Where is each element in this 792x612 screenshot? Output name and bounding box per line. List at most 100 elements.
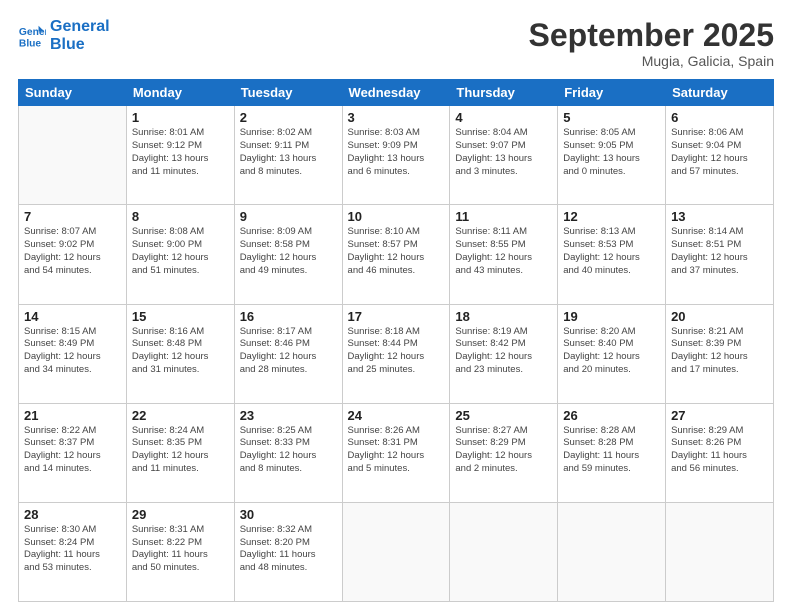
logo-icon: General Blue	[18, 22, 46, 50]
title-section: September 2025 Mugia, Galicia, Spain	[529, 18, 774, 69]
header: General Blue General Blue September 2025…	[18, 18, 774, 69]
day-number: 4	[455, 110, 552, 125]
day-info: Sunrise: 8:16 AMSunset: 8:48 PMDaylight:…	[132, 326, 229, 377]
day-number: 2	[240, 110, 337, 125]
day-info: Sunrise: 8:03 AMSunset: 9:09 PMDaylight:…	[348, 127, 445, 178]
day-info: Sunrise: 8:09 AMSunset: 8:58 PMDaylight:…	[240, 226, 337, 277]
calendar-week-row: 7 Sunrise: 8:07 AMSunset: 9:02 PMDaylight…	[19, 205, 774, 304]
logo-line2: Blue	[50, 36, 110, 54]
header-tuesday: Tuesday	[234, 80, 342, 106]
day-number: 7	[24, 209, 121, 224]
table-row: 11 Sunrise: 8:11 AMSunset: 8:55 PMDayligh…	[450, 205, 558, 304]
day-number: 13	[671, 209, 768, 224]
table-row	[666, 502, 774, 601]
day-info: Sunrise: 8:08 AMSunset: 9:00 PMDaylight:…	[132, 226, 229, 277]
logo: General Blue General Blue	[18, 18, 110, 53]
day-number: 28	[24, 507, 121, 522]
day-number: 11	[455, 209, 552, 224]
day-number: 3	[348, 110, 445, 125]
day-number: 16	[240, 309, 337, 324]
day-info: Sunrise: 8:10 AMSunset: 8:57 PMDaylight:…	[348, 226, 445, 277]
day-info: Sunrise: 8:07 AMSunset: 9:02 PMDaylight:…	[24, 226, 121, 277]
table-row: 19 Sunrise: 8:20 AMSunset: 8:40 PMDayligh…	[558, 304, 666, 403]
day-number: 12	[563, 209, 660, 224]
header-wednesday: Wednesday	[342, 80, 450, 106]
day-number: 9	[240, 209, 337, 224]
table-row: 7 Sunrise: 8:07 AMSunset: 9:02 PMDaylight…	[19, 205, 127, 304]
table-row: 28 Sunrise: 8:30 AMSunset: 8:24 PMDayligh…	[19, 502, 127, 601]
day-number: 20	[671, 309, 768, 324]
weekday-header-row: Sunday Monday Tuesday Wednesday Thursday…	[19, 80, 774, 106]
day-number: 19	[563, 309, 660, 324]
table-row: 23Sunrise: 8:25 AMSunset: 8:33 PMDayligh…	[234, 403, 342, 502]
table-row: 9 Sunrise: 8:09 AMSunset: 8:58 PMDaylight…	[234, 205, 342, 304]
table-row: 18 Sunrise: 8:19 AMSunset: 8:42 PMDayligh…	[450, 304, 558, 403]
table-row: 3 Sunrise: 8:03 AMSunset: 9:09 PMDaylight…	[342, 106, 450, 205]
table-row: 25Sunrise: 8:27 AMSunset: 8:29 PMDayligh…	[450, 403, 558, 502]
day-number: 10	[348, 209, 445, 224]
table-row	[558, 502, 666, 601]
day-number: 21	[24, 408, 121, 423]
table-row: 1Sunrise: 8:01 AMSunset: 9:12 PMDaylight…	[126, 106, 234, 205]
table-row: 21 Sunrise: 8:22 AMSunset: 8:37 PMDayligh…	[19, 403, 127, 502]
table-row: 20 Sunrise: 8:21 AMSunset: 8:39 PMDayligh…	[666, 304, 774, 403]
table-row: 13Sunrise: 8:14 AMSunset: 8:51 PMDayligh…	[666, 205, 774, 304]
table-row: 16Sunrise: 8:17 AMSunset: 8:46 PMDayligh…	[234, 304, 342, 403]
day-info: Sunrise: 8:32 AMSunset: 8:20 PMDaylight:…	[240, 524, 337, 575]
logo-line1: General	[50, 18, 110, 36]
table-row: 22 Sunrise: 8:24 AMSunset: 8:35 PMDayligh…	[126, 403, 234, 502]
table-row: 15 Sunrise: 8:16 AMSunset: 8:48 PMDayligh…	[126, 304, 234, 403]
table-row: 5 Sunrise: 8:05 AMSunset: 9:05 PMDaylight…	[558, 106, 666, 205]
table-row: 14 Sunrise: 8:15 AMSunset: 8:49 PMDayligh…	[19, 304, 127, 403]
calendar-week-row: 28 Sunrise: 8:30 AMSunset: 8:24 PMDayligh…	[19, 502, 774, 601]
day-info: Sunrise: 8:25 AMSunset: 8:33 PMDaylight:…	[240, 425, 337, 476]
table-row	[450, 502, 558, 601]
calendar-week-row: 21 Sunrise: 8:22 AMSunset: 8:37 PMDayligh…	[19, 403, 774, 502]
header-thursday: Thursday	[450, 80, 558, 106]
day-info: Sunrise: 8:24 AMSunset: 8:35 PMDaylight:…	[132, 425, 229, 476]
day-info: Sunrise: 8:02 AMSunset: 9:11 PMDaylight:…	[240, 127, 337, 178]
day-number: 30	[240, 507, 337, 522]
day-info: Sunrise: 8:22 AMSunset: 8:37 PMDaylight:…	[24, 425, 121, 476]
day-info: Sunrise: 8:13 AMSunset: 8:53 PMDaylight:…	[563, 226, 660, 277]
day-info: Sunrise: 8:06 AMSunset: 9:04 PMDaylight:…	[671, 127, 768, 178]
page: General Blue General Blue September 2025…	[0, 0, 792, 612]
header-saturday: Saturday	[666, 80, 774, 106]
calendar-week-row: 14 Sunrise: 8:15 AMSunset: 8:49 PMDayligh…	[19, 304, 774, 403]
day-info: Sunrise: 8:19 AMSunset: 8:42 PMDaylight:…	[455, 326, 552, 377]
day-info: Sunrise: 8:26 AMSunset: 8:31 PMDaylight:…	[348, 425, 445, 476]
day-number: 15	[132, 309, 229, 324]
day-number: 5	[563, 110, 660, 125]
day-number: 27	[671, 408, 768, 423]
day-info: Sunrise: 8:11 AMSunset: 8:55 PMDaylight:…	[455, 226, 552, 277]
day-info: Sunrise: 8:20 AMSunset: 8:40 PMDaylight:…	[563, 326, 660, 377]
day-number: 18	[455, 309, 552, 324]
day-info: Sunrise: 8:28 AMSunset: 8:28 PMDaylight:…	[563, 425, 660, 476]
day-number: 25	[455, 408, 552, 423]
table-row: 26 Sunrise: 8:28 AMSunset: 8:28 PMDayligh…	[558, 403, 666, 502]
day-info: Sunrise: 8:31 AMSunset: 8:22 PMDaylight:…	[132, 524, 229, 575]
day-number: 29	[132, 507, 229, 522]
header-friday: Friday	[558, 80, 666, 106]
day-number: 22	[132, 408, 229, 423]
table-row	[342, 502, 450, 601]
table-row: 12 Sunrise: 8:13 AMSunset: 8:53 PMDayligh…	[558, 205, 666, 304]
day-info: Sunrise: 8:01 AMSunset: 9:12 PMDaylight:…	[132, 127, 229, 178]
table-row: 27Sunrise: 8:29 AMSunset: 8:26 PMDayligh…	[666, 403, 774, 502]
table-row: 30 Sunrise: 8:32 AMSunset: 8:20 PMDayligh…	[234, 502, 342, 601]
calendar-week-row: 1Sunrise: 8:01 AMSunset: 9:12 PMDaylight…	[19, 106, 774, 205]
table-row: 8 Sunrise: 8:08 AMSunset: 9:00 PMDaylight…	[126, 205, 234, 304]
table-row	[19, 106, 127, 205]
day-info: Sunrise: 8:21 AMSunset: 8:39 PMDaylight:…	[671, 326, 768, 377]
day-number: 14	[24, 309, 121, 324]
day-number: 8	[132, 209, 229, 224]
day-info: Sunrise: 8:15 AMSunset: 8:49 PMDaylight:…	[24, 326, 121, 377]
table-row: 4Sunrise: 8:04 AMSunset: 9:07 PMDaylight…	[450, 106, 558, 205]
day-info: Sunrise: 8:05 AMSunset: 9:05 PMDaylight:…	[563, 127, 660, 178]
table-row: 17Sunrise: 8:18 AMSunset: 8:44 PMDayligh…	[342, 304, 450, 403]
header-monday: Monday	[126, 80, 234, 106]
day-info: Sunrise: 8:30 AMSunset: 8:24 PMDaylight:…	[24, 524, 121, 575]
day-number: 24	[348, 408, 445, 423]
month-title: September 2025	[529, 18, 774, 53]
day-number: 26	[563, 408, 660, 423]
